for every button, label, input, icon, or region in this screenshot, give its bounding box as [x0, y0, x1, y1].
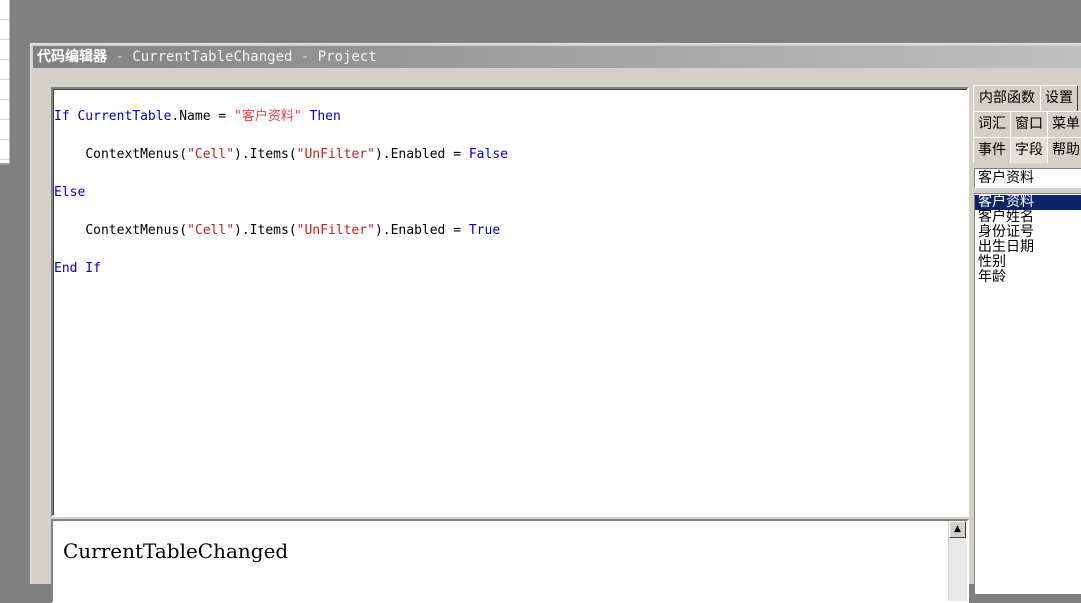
field-item-2[interactable]: 身份证号 — [975, 225, 1081, 240]
window-project-name: Project — [317, 49, 377, 65]
field-item-4[interactable]: 性别 — [975, 255, 1081, 270]
table-select-input[interactable]: 客户资料 — [974, 168, 1081, 188]
field-item-3[interactable]: 出生日期 — [975, 240, 1081, 255]
window-event-name: CurrentTableChanged — [132, 49, 293, 65]
code-line-5: End If — [54, 261, 101, 276]
background-spreadsheet — [0, 0, 10, 163]
code-line-4: ContextMenus("Cell").Items("UnFilter").E… — [85, 223, 501, 238]
field-item-0[interactable]: 客户资料 — [975, 195, 1081, 210]
background-divider — [0, 163, 9, 165]
code-editor-window: 代码编辑器 - CurrentTableChanged - Project If… — [30, 43, 1081, 603]
field-item-1[interactable]: 客户姓名 — [975, 210, 1081, 225]
event-description-title: CurrentTableChanged — [63, 539, 289, 563]
field-list[interactable]: 客户资料 客户姓名 身份证号 出生日期 性别 年龄 — [974, 193, 1081, 594]
title-separator-2: - — [292, 49, 318, 65]
field-item-5[interactable]: 年龄 — [975, 270, 1081, 285]
window-app-name: 代码编辑器 — [37, 49, 107, 65]
code-editor-area[interactable]: If CurrentTable.Name = "客户资料" Then Conte… — [51, 87, 969, 517]
window-titlebar[interactable]: 代码编辑器 - CurrentTableChanged - Project — [33, 46, 1081, 68]
field-panel: 客户资料 客户资料 客户姓名 身份证号 出生日期 性别 年龄 — [973, 85, 1081, 594]
title-separator-1: - — [107, 49, 133, 65]
code-line-3: Else — [54, 185, 86, 200]
code-line-1: If CurrentTable.Name = "客户资料" Then — [54, 109, 341, 124]
code-line-2: ContextMenus("Cell").Items("UnFilter").E… — [85, 147, 508, 162]
event-description-panel[interactable]: CurrentTableChanged ▲ — [51, 519, 969, 603]
